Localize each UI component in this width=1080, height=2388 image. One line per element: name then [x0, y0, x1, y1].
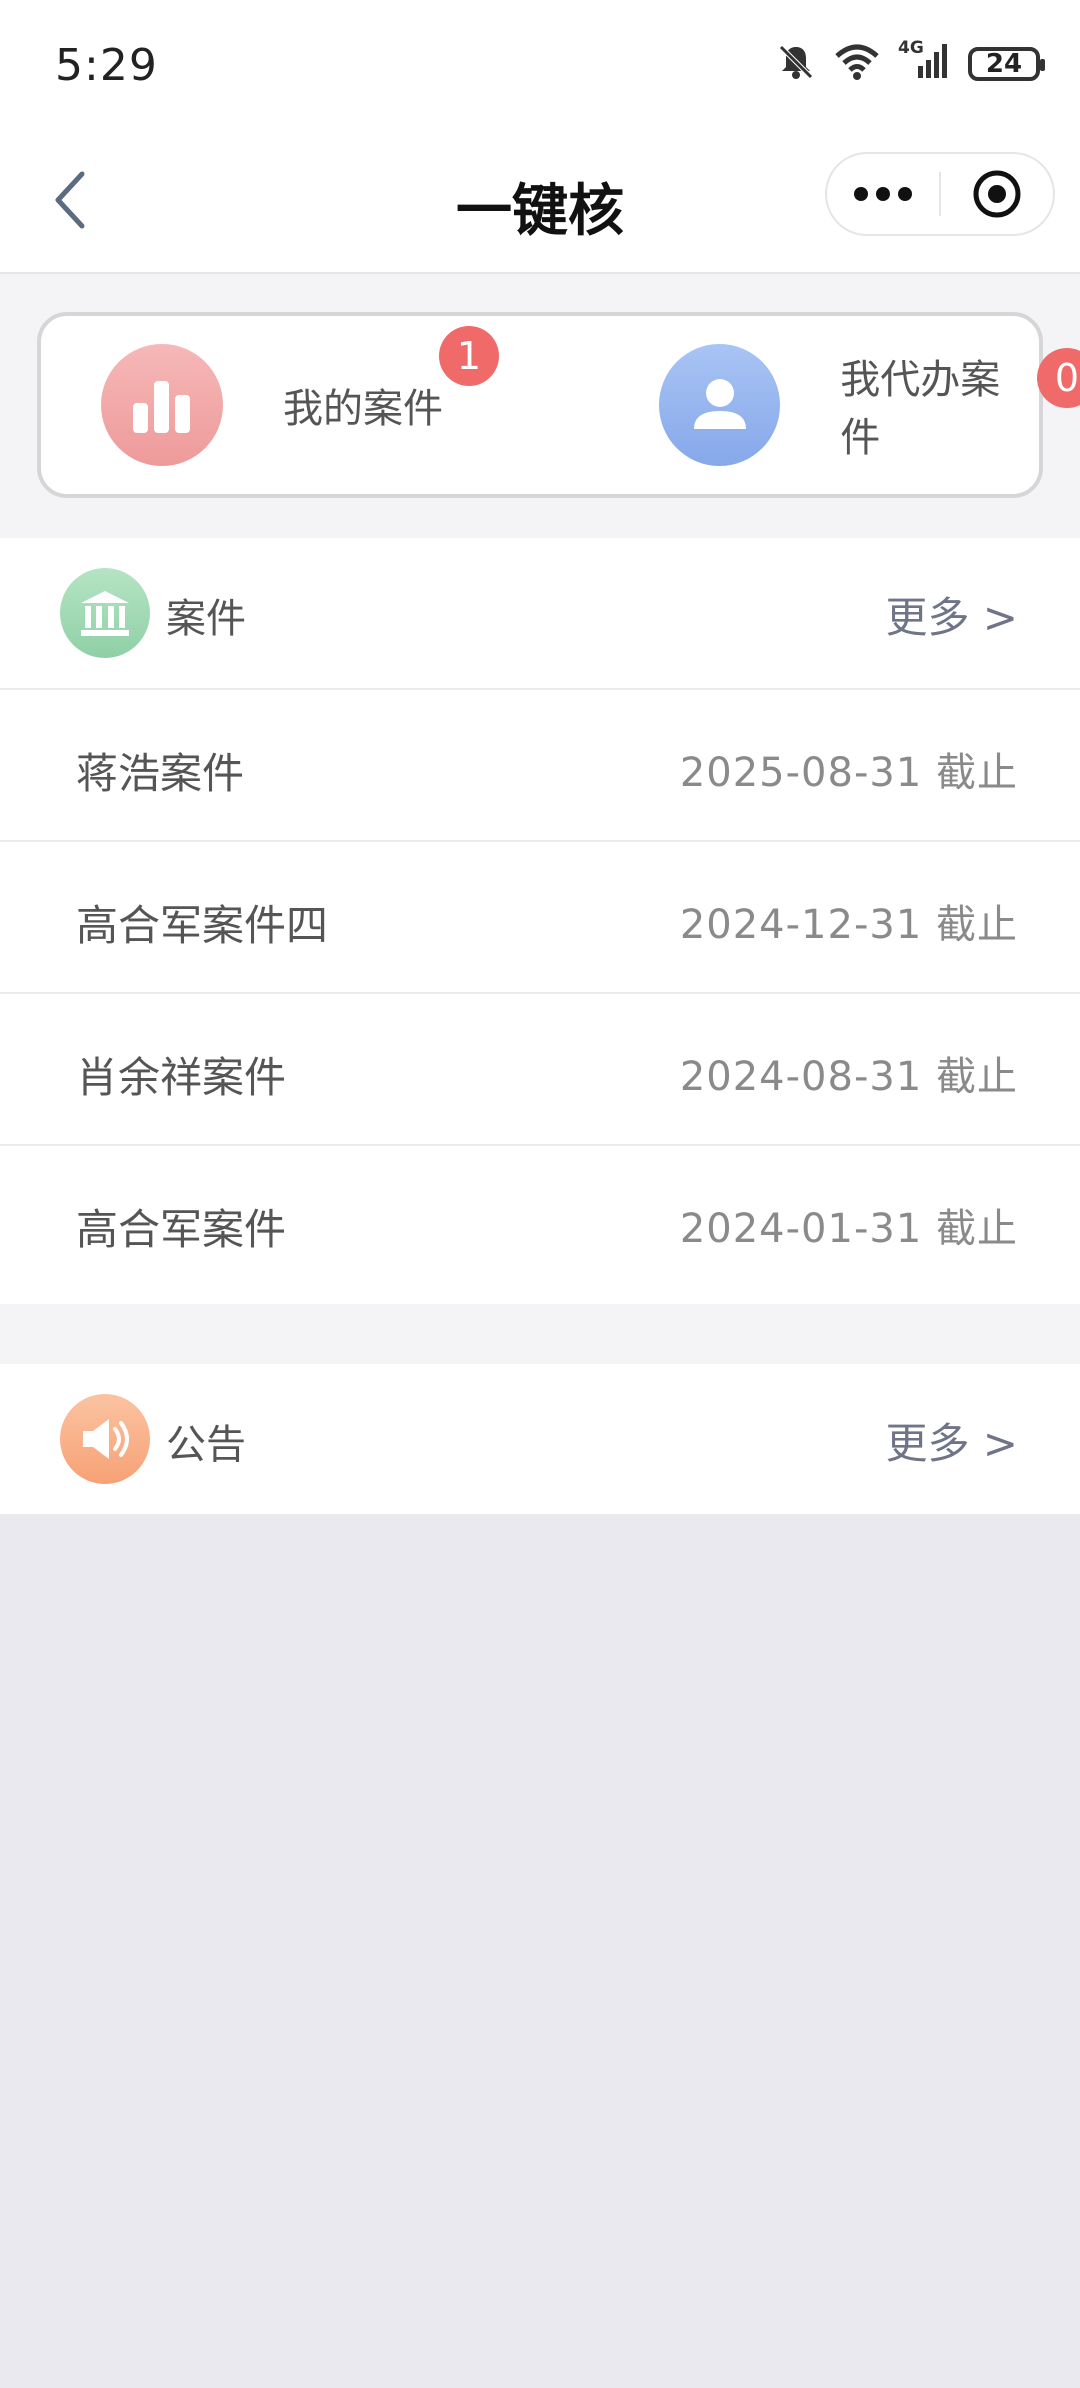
case-deadline: 2024-12-31 截止 — [679, 902, 1018, 948]
my-cases-label: 我的案件 1 — [283, 326, 499, 434]
cases-header: 案件 更多 > — [0, 538, 1080, 690]
case-deadline: 2024-08-31 截止 — [679, 1054, 1018, 1100]
case-name: 蒋浩案件 — [76, 749, 245, 798]
battery-level: 24 — [985, 49, 1023, 79]
delegated-cases-text: 我代办案件 — [840, 357, 1001, 461]
section-gap — [0, 1304, 1080, 1364]
my-cases-button[interactable]: 我的案件 1 — [101, 316, 499, 494]
cases-more-link[interactable]: 更多 > — [885, 584, 1018, 645]
case-row[interactable]: 肖余祥案件 2024-08-31 截止 — [0, 994, 1080, 1146]
signal-icon: 4G — [898, 38, 950, 86]
network-type: 4G — [898, 38, 924, 58]
battery-icon: 24 — [968, 47, 1045, 81]
my-cases-badge: 1 — [439, 326, 499, 386]
nav-bar: 一键核 — [0, 130, 1080, 274]
notice-panel: 公告 更多 > — [0, 1364, 1080, 1514]
cases-title: 案件 — [166, 596, 246, 642]
capsule-menu — [825, 152, 1055, 236]
notice-header: 公告 更多 > — [0, 1364, 1080, 1514]
close-button[interactable] — [941, 154, 1053, 234]
status-time: 5:29 — [55, 40, 158, 91]
delegated-cases-button[interactable]: 我代办案件 — [659, 316, 1039, 494]
quick-actions-section: 我的案件 1 我代办案件 0 — [0, 274, 1080, 538]
case-row[interactable]: 高合军案件四 2024-12-31 截止 — [0, 842, 1080, 994]
case-name: 高合军案件四 — [76, 901, 329, 950]
case-deadline: 2024-01-31 截止 — [679, 1206, 1018, 1252]
case-name: 高合军案件 — [76, 1205, 287, 1254]
status-bar: 5:29 4G 24 — [0, 0, 1080, 130]
delegated-cases-label: 我代办案件 — [840, 347, 1039, 463]
quick-actions-card: 我的案件 1 我代办案件 0 — [37, 312, 1080, 498]
speaker-icon — [60, 1394, 150, 1484]
bar-chart-icon — [101, 344, 223, 466]
delegated-cases-badge: 0 — [1037, 348, 1080, 408]
notice-more-link[interactable]: 更多 > — [885, 1410, 1018, 1471]
target-icon — [973, 170, 1021, 218]
more-button[interactable] — [827, 154, 939, 234]
wifi-icon — [834, 42, 880, 86]
my-cases-text: 我的案件 — [283, 386, 443, 432]
user-icon — [659, 344, 781, 466]
case-name: 肖余祥案件 — [76, 1053, 287, 1102]
bell-off-icon — [776, 42, 816, 86]
bank-icon — [60, 568, 150, 658]
case-deadline: 2025-08-31 截止 — [679, 750, 1018, 796]
more-dots-icon — [854, 187, 912, 201]
cases-panel: 案件 更多 > 蒋浩案件 2025-08-31 截止 高合军案件四 2024-1… — [0, 538, 1080, 1304]
case-row[interactable]: 高合军案件 2024-01-31 截止 — [0, 1146, 1080, 1298]
status-icons: 4G 24 — [776, 38, 1045, 86]
case-row[interactable]: 蒋浩案件 2025-08-31 截止 — [0, 690, 1080, 842]
notice-title: 公告 — [166, 1422, 246, 1468]
